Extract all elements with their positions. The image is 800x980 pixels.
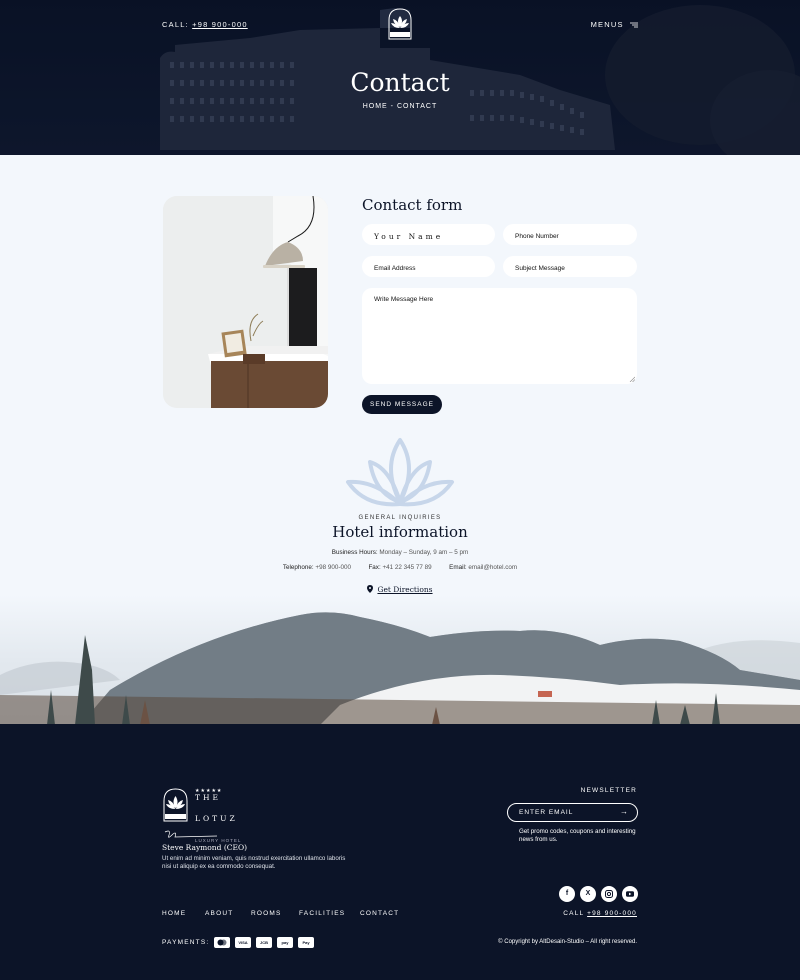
menus-label: MENUS <box>590 20 624 29</box>
contact-form-title: Contact form <box>362 196 463 214</box>
amazon-pay-icon: pay <box>277 937 293 948</box>
footer-nav-rooms[interactable]: ROOMS <box>251 910 282 917</box>
jcb-icon: JCB <box>256 937 272 948</box>
instagram-icon[interactable] <box>601 886 617 902</box>
payments-label: PAYMENTS: <box>162 939 210 946</box>
business-hours: Business Hours: Monday – Sunday, 9 am – … <box>0 549 800 556</box>
subject-input[interactable]: Subject Message <box>503 256 637 277</box>
apple-pay-icon: Pay <box>298 937 314 948</box>
footer: ★★★★★ THE LOTUZ LUXURY HOTEL Steve Raymo… <box>0 724 800 980</box>
menus-button[interactable]: MENUS <box>591 20 638 29</box>
resize-handle-icon[interactable] <box>629 376 635 382</box>
x-twitter-icon[interactable]: X <box>580 886 596 902</box>
newsletter-email-input[interactable]: ENTER EMAIL → <box>507 803 638 822</box>
ceo-signature <box>164 830 218 838</box>
footer-nav-about[interactable]: ABOUT <box>205 910 233 917</box>
telephone-value[interactable]: +98 900-000 <box>315 564 351 571</box>
get-directions-link[interactable]: Get Directions <box>0 585 800 594</box>
message-placeholder: Write Message Here <box>374 296 434 303</box>
contact-details: Telephone: +98 900-000 Fax: +41 22 345 7… <box>0 564 800 571</box>
newsletter-placeholder: ENTER EMAIL <box>519 809 574 816</box>
brand-line-1: THE <box>195 793 222 802</box>
menu-icon <box>630 22 638 28</box>
header-call-number[interactable]: +98 900-000 <box>192 20 248 29</box>
email-value[interactable]: email@hotel.com <box>468 564 517 571</box>
facebook-icon[interactable]: f <box>559 886 575 902</box>
business-hours-value: Monday – Sunday, 9 am – 5 pm <box>379 549 469 556</box>
mastercard-icon <box>214 937 230 948</box>
get-directions-label: Get Directions <box>377 585 433 594</box>
copyright: © Copyright by AltDesain-Studio – All ri… <box>498 939 637 945</box>
phone-input[interactable]: Phone Number <box>503 224 637 245</box>
footer-call[interactable]: CALL +98 900-000 <box>563 910 637 917</box>
send-message-button[interactable]: SEND MESSAGE <box>362 395 442 414</box>
header-call[interactable]: CALL: +98 900-000 <box>162 20 248 29</box>
name-input[interactable]: Your Name <box>362 224 495 245</box>
ceo-text: Ut enim ad minim veniam, quis nostrud ex… <box>162 855 346 870</box>
ceo-name: Steve Raymond (CEO) <box>162 843 248 852</box>
email-label: Email: <box>449 564 467 571</box>
business-hours-label: Business Hours: <box>331 549 378 556</box>
map-pin-icon <box>367 585 374 593</box>
message-textarea[interactable]: Write Message Here <box>362 288 637 384</box>
fax-value: +41 22 345 77 89 <box>382 564 432 571</box>
visa-icon: VISA <box>235 937 251 948</box>
lotus-watermark-icon <box>346 438 454 507</box>
email-input[interactable]: Email Address <box>362 256 495 277</box>
hero-banner: CALL: +98 900-000 MENUS Contact HOME - C… <box>0 0 800 155</box>
telephone-label: Telephone: <box>282 564 314 571</box>
youtube-icon[interactable] <box>622 886 638 902</box>
page-title: Contact <box>350 68 450 97</box>
fax-label: Fax: <box>368 564 381 571</box>
footer-nav-home[interactable]: HOME <box>162 910 186 917</box>
footer-call-number[interactable]: +98 900-000 <box>587 910 637 917</box>
hotel-information-title: Hotel information <box>332 523 468 541</box>
footer-call-label: CALL <box>563 910 585 917</box>
newsletter-note: Get promo codes, coupons and interesting… <box>519 828 636 843</box>
header-call-label: CALL: <box>162 20 189 29</box>
footer-nav-facilities[interactable]: FACILITIES <box>299 910 345 917</box>
newsletter-title: NEWSLETTER <box>580 787 637 794</box>
interior-room-image <box>163 196 328 408</box>
snowy-mountain-image <box>0 595 800 725</box>
general-inquiries-label: GENERAL INQUIRIES <box>358 515 442 521</box>
arrow-right-icon[interactable]: → <box>620 807 629 816</box>
lotus-logo-icon[interactable] <box>387 8 413 40</box>
footer-lotus-logo-icon[interactable] <box>162 788 189 822</box>
breadcrumb[interactable]: HOME - CONTACT <box>0 103 800 110</box>
footer-nav-contact[interactable]: CONTACT <box>360 910 399 917</box>
